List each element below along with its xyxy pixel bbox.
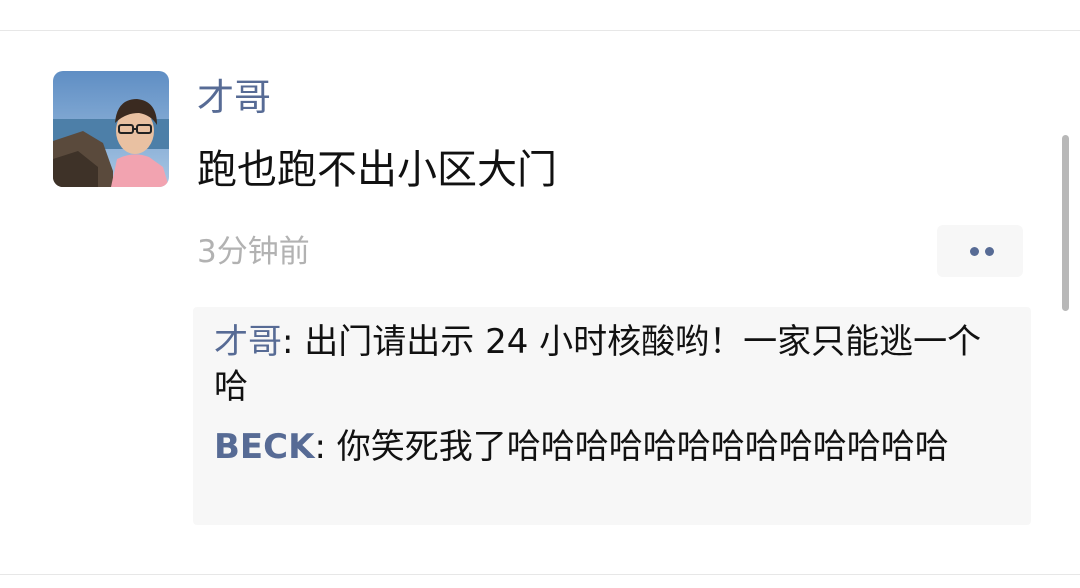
avatar[interactable]	[53, 71, 169, 187]
avatar-photo	[53, 71, 169, 187]
more-dots-icon	[985, 247, 994, 256]
scrollbar[interactable]	[1062, 135, 1069, 311]
post-text: 跑也跑不出小区大门	[197, 147, 557, 193]
comment-text: 你笑死我了哈哈哈哈哈哈哈哈哈哈哈哈哈	[336, 427, 949, 467]
comment-text: 出门请出示 24 小时核酸哟！一家只能逃一个哈	[214, 322, 982, 407]
comments-panel: 才哥: 出门请出示 24 小时核酸哟！一家只能逃一个哈 BECK: 你笑死我了哈…	[193, 307, 1031, 525]
top-divider	[0, 30, 1080, 31]
more-button[interactable]	[937, 225, 1023, 277]
post-author[interactable]: 才哥	[197, 72, 271, 124]
bottom-divider	[0, 574, 1080, 575]
comment-item[interactable]: BECK: 你笑死我了哈哈哈哈哈哈哈哈哈哈哈哈哈	[214, 425, 1014, 470]
post-time: 3分钟前	[197, 234, 310, 270]
more-dots-icon	[970, 247, 979, 256]
comment-item[interactable]: 才哥: 出门请出示 24 小时核酸哟！一家只能逃一个哈	[214, 320, 1014, 410]
comment-author[interactable]: BECK	[214, 427, 314, 467]
comment-author[interactable]: 才哥	[214, 322, 282, 362]
comment-separator: :	[282, 322, 305, 362]
comment-separator: :	[314, 427, 337, 467]
